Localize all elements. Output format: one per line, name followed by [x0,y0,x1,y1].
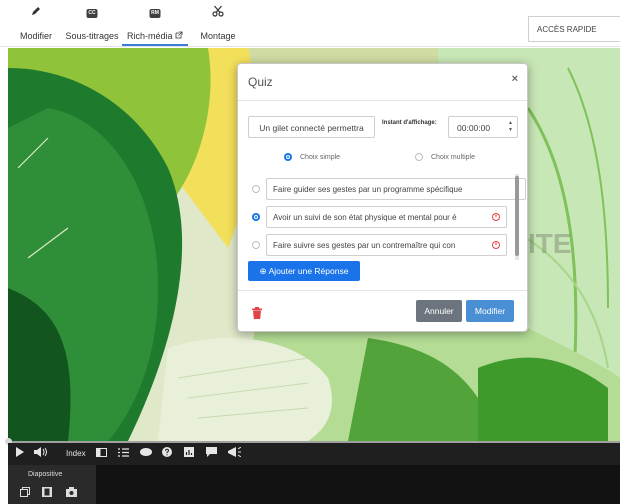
answer-input[interactable]: Faire guider ses gestes par un programme… [266,178,526,200]
delete-answer-icon[interactable]: × [492,241,500,249]
help-icon[interactable] [162,443,172,465]
tool-label: Modifier [19,31,52,41]
svg-text:ITE: ITE [528,228,572,259]
single-choice-label: Choix simple [300,154,341,161]
question-input[interactable]: Un gilet connecté permettra [248,116,375,138]
slide-tab-label: Diapositive [28,471,63,478]
comment-icon[interactable] [206,443,217,465]
add-answer-button[interactable]: ⊕ Ajouter une Réponse [248,261,360,281]
scissors-icon [212,5,224,19]
broadcast-icon[interactable] [228,443,242,465]
answers-scrollbar[interactable] [515,174,519,260]
answer-radio[interactable] [252,185,260,193]
trash-icon[interactable] [252,306,262,324]
cc-icon: CC [86,9,98,18]
camera-icon[interactable] [66,487,77,499]
film-icon[interactable] [42,487,52,499]
cancel-button[interactable]: Annuler [416,300,462,322]
list-item: Faire guider ses gestes par un programme… [246,178,526,200]
multiple-choice-label: Choix multiple [431,154,475,161]
multiple-choice-radio[interactable] [415,153,423,161]
stats-icon[interactable] [184,443,194,465]
copy-icon[interactable] [20,487,30,499]
player-controls: Index [8,443,620,465]
tool-sous-titrages[interactable]: CC Sous-titrages [64,0,120,46]
modal-title: Quiz [248,75,273,89]
tool-label: Rich-média [126,31,173,41]
editor-toolbar: Modifier CC Sous-titrages RM Rich-média … [0,0,620,47]
rm-icon: RM [149,9,161,18]
close-icon[interactable]: × [512,73,518,85]
list-icon[interactable] [118,443,129,465]
tool-label: Sous-titrages [65,31,119,41]
slide-layout-icon[interactable] [96,443,107,465]
pencil-icon [30,5,42,19]
list-item: Faire suivre ses gestes par un contremaî… [246,234,512,256]
answers-list: Faire guider ses gestes par un programme… [246,174,526,260]
answer-input[interactable]: Faire suivre ses gestes par un contremaî… [266,234,507,256]
index-button[interactable]: Index [66,443,86,465]
quiz-modal: Quiz × Un gilet connecté permettra Insta… [237,63,528,332]
answer-radio[interactable] [252,213,260,221]
modal-divider [238,290,527,291]
tool-montage[interactable]: Montage [196,0,240,46]
play-icon[interactable] [16,443,24,465]
tool-modifier[interactable]: Modifier [14,0,58,46]
modal-header: Quiz × [238,64,527,101]
tool-rich-media[interactable]: RM Rich-média [122,0,188,46]
delete-answer-icon[interactable]: × [492,213,500,221]
quick-access-dropdown[interactable]: ACCÈS RAPIDE [528,16,620,42]
time-spinner-icon[interactable]: ▲ ▼ [508,120,513,134]
submit-button[interactable]: Modifier [466,300,514,322]
display-time-input[interactable]: 00:00:00 ▲ ▼ [448,116,518,138]
answer-radio[interactable] [252,241,260,249]
external-link-icon [175,31,183,39]
list-item: Avoir un suivi de son état physique et m… [246,206,512,228]
tool-label: Montage [200,31,236,41]
display-time-label: Instant d'affichage: [382,120,437,126]
chat-icon[interactable] [140,443,152,465]
plus-circle-icon: ⊕ [259,266,267,276]
volume-icon[interactable] [34,443,50,465]
single-choice-radio[interactable] [284,153,292,161]
answer-input[interactable]: Avoir un suivi de son état physique et m… [266,206,507,228]
slide-tab[interactable]: Diapositive [8,465,96,504]
slides-bar: Diapositive [8,465,620,504]
